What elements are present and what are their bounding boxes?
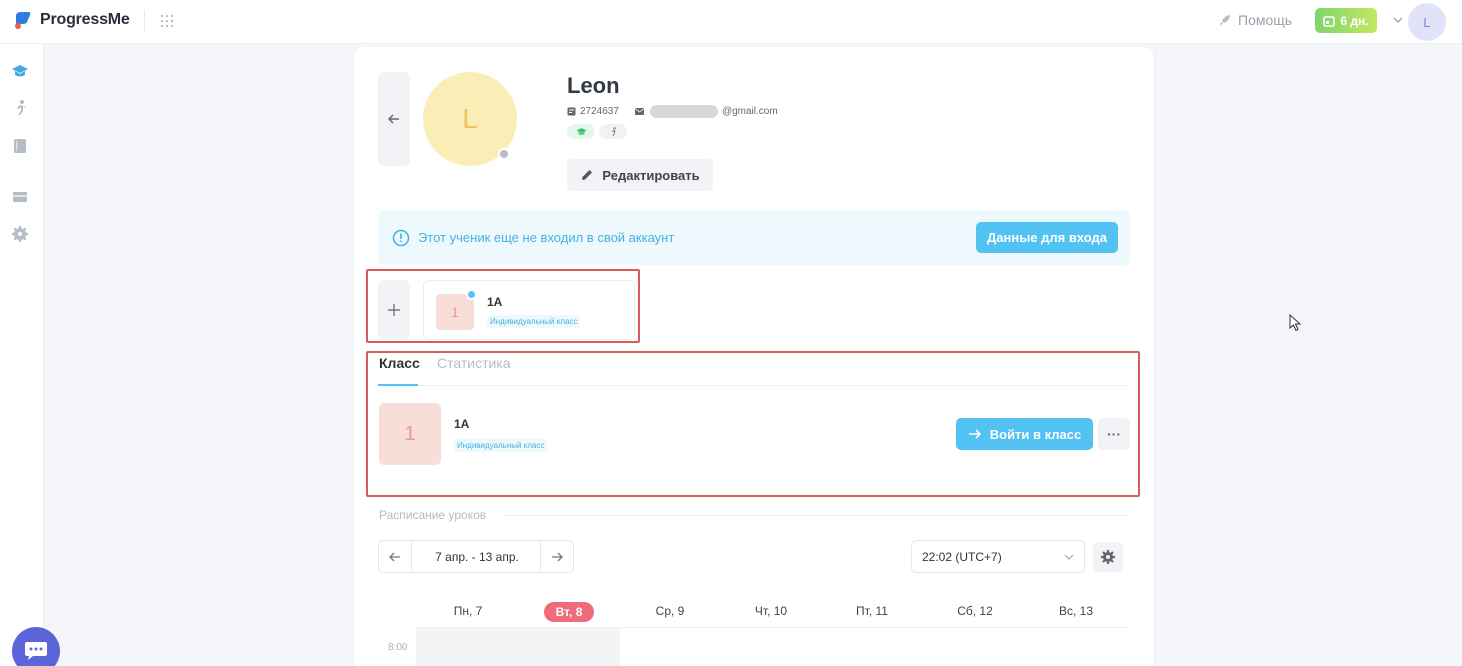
day-header-mon: Пн, 7 xyxy=(453,604,483,618)
login-notice-banner: Этот ученик еще не входил в свой аккаунт… xyxy=(378,210,1130,265)
online-status-dot xyxy=(498,148,510,160)
timezone-value: 22:02 (UTC+7) xyxy=(922,550,1002,564)
edit-profile-button[interactable]: Редактировать xyxy=(567,159,713,191)
day-header-wed: Ср, 9 xyxy=(655,604,685,618)
highlight-box xyxy=(366,351,1140,497)
top-bar: ProgressMe Помощь 6 дн. L xyxy=(0,0,1462,44)
day-header-sun: Вс, 13 xyxy=(1058,604,1094,618)
arrow-left-icon xyxy=(387,114,399,124)
credit-card-icon[interactable] xyxy=(11,188,29,206)
role-pills xyxy=(567,124,627,139)
trial-days-badge[interactable]: 6 дн. xyxy=(1315,8,1377,33)
mail-icon xyxy=(634,108,644,115)
student-role-pill xyxy=(567,124,595,139)
chat-icon xyxy=(25,642,47,660)
time-label: 8:00 xyxy=(388,642,408,653)
email-suffix: @gmail.com xyxy=(721,106,778,117)
schedule-title: Расписание уроков xyxy=(379,508,487,522)
graduation-cap-icon xyxy=(576,128,586,135)
day-header-fri: Пт, 11 xyxy=(856,604,888,618)
calendar-past-days xyxy=(416,628,620,666)
notice-text: Этот ученик еще не входил в свой аккаунт xyxy=(418,230,675,245)
prev-week-button[interactable] xyxy=(379,541,412,572)
login-data-button[interactable]: Данные для входа xyxy=(976,222,1118,253)
calendar-icon xyxy=(1323,15,1336,27)
arrow-right-icon xyxy=(552,552,563,561)
activity-role-pill xyxy=(599,124,627,139)
brand-name: ProgressMe xyxy=(40,11,130,28)
week-range: 7 апр. - 13 апр. xyxy=(435,550,519,564)
logo-icon xyxy=(15,12,31,29)
apps-grid-icon[interactable] xyxy=(160,14,174,28)
id-card-icon xyxy=(567,107,576,116)
student-id: 2724637 xyxy=(580,106,619,117)
trial-label: 6 дн. xyxy=(1340,13,1369,28)
mouse-cursor-icon xyxy=(1289,314,1302,332)
divider xyxy=(144,10,145,32)
arrow-left-icon xyxy=(389,552,400,561)
next-week-button[interactable] xyxy=(540,541,573,572)
rocket-icon xyxy=(1220,15,1230,25)
settings-gear-icon[interactable] xyxy=(11,225,29,243)
user-avatar[interactable]: L xyxy=(1408,3,1446,41)
student-name: Leon xyxy=(567,73,620,98)
info-circle-icon xyxy=(392,229,410,247)
week-navigator: 7 апр. - 13 апр. xyxy=(378,540,574,573)
running-person-icon[interactable] xyxy=(11,99,29,117)
help-label: Помощь xyxy=(1238,12,1293,28)
logo[interactable]: ProgressMe xyxy=(12,10,130,30)
timezone-select[interactable]: 22:02 (UTC+7) xyxy=(911,540,1085,573)
graduation-cap-icon[interactable] xyxy=(11,62,29,80)
settings-gear-icon xyxy=(1101,550,1115,564)
schedule-settings-button[interactable] xyxy=(1093,542,1123,572)
chat-support-button[interactable] xyxy=(12,627,60,666)
book-icon[interactable] xyxy=(11,137,29,155)
day-header-sat: Сб, 12 xyxy=(957,604,993,618)
student-meta: 2724637 @gmail.com xyxy=(567,105,778,118)
sidebar xyxy=(0,44,44,666)
pencil-icon xyxy=(582,170,593,180)
back-button[interactable] xyxy=(378,72,410,166)
chevron-down-icon[interactable] xyxy=(1392,14,1404,26)
chevron-down-icon xyxy=(1064,554,1074,560)
day-header-tue-today: Вт, 8 xyxy=(544,602,594,622)
running-person-icon xyxy=(611,126,616,136)
help-link[interactable]: Помощь xyxy=(1218,12,1292,28)
divider xyxy=(502,515,1130,516)
highlight-box xyxy=(366,269,640,343)
day-header-thu: Чт, 10 xyxy=(754,604,788,618)
edit-label: Редактировать xyxy=(602,167,700,183)
email-redacted xyxy=(649,105,718,118)
